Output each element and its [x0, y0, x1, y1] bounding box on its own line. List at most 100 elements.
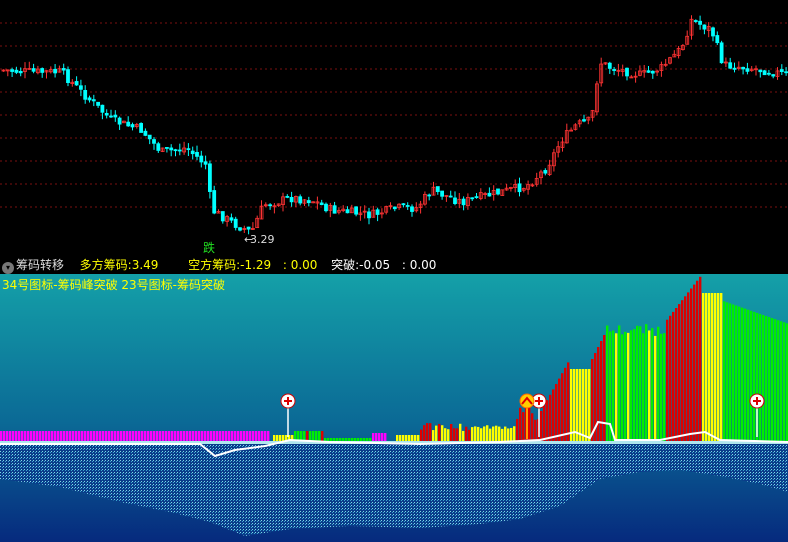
candle-body	[453, 197, 457, 204]
candle-body	[693, 20, 698, 22]
chip-bar	[750, 310, 753, 441]
candle-body	[440, 190, 445, 197]
chip-bar	[153, 431, 156, 441]
candle-body	[767, 72, 771, 75]
candle-body	[702, 24, 707, 30]
chip-bar	[462, 430, 465, 441]
chip-bar	[72, 431, 75, 441]
candle-body	[324, 203, 328, 212]
chip-bar	[336, 438, 339, 441]
chip-bar	[87, 431, 90, 441]
candle-body	[31, 68, 36, 72]
chip-bar	[459, 423, 462, 441]
chip-bar	[519, 407, 522, 441]
chip-bar	[501, 428, 504, 441]
candle-body	[410, 206, 414, 212]
chip-bar	[780, 321, 783, 441]
chip-bar	[324, 438, 327, 441]
chip-bar	[411, 435, 414, 441]
chip-bar	[132, 431, 135, 441]
chip-bar	[396, 435, 399, 441]
indicator-name[interactable]: 筹码转移	[16, 256, 64, 274]
chip-bar	[141, 431, 144, 441]
candle-body	[582, 119, 586, 122]
candle-body	[91, 99, 96, 102]
chip-bar	[375, 433, 378, 441]
chip-bar	[36, 431, 39, 441]
low-price-label: 3.29	[250, 233, 275, 246]
chip-bar	[78, 431, 81, 441]
chip-bar	[435, 425, 438, 441]
chip-bar	[261, 431, 264, 441]
candle-body	[130, 124, 135, 128]
chip-bar	[282, 435, 285, 441]
chip-bar	[372, 433, 375, 441]
chip-bar	[303, 431, 306, 441]
chip-bar	[633, 329, 636, 441]
chip-indicator-panel[interactable]: 34号图标-筹码峰突破 23号图标-筹码突破	[0, 274, 788, 542]
chip-bar	[453, 428, 456, 441]
chip-bar	[441, 425, 444, 441]
candle-body	[164, 147, 169, 149]
price-chart[interactable]: 3.29 ← 跌	[0, 0, 788, 256]
chip-bar	[585, 369, 588, 441]
chip-bar	[243, 431, 246, 441]
candle-body	[607, 62, 612, 69]
chip-bar	[696, 280, 699, 441]
chip-bar	[705, 293, 708, 441]
chip-bar	[273, 435, 276, 441]
chip-bar	[210, 431, 213, 441]
chip-bar	[615, 333, 618, 441]
chip-bar	[540, 411, 543, 441]
fall-signal-tag: 跌	[203, 240, 215, 255]
chip-bar	[249, 431, 252, 441]
chip-bar	[315, 431, 318, 441]
chip-bar	[63, 431, 66, 441]
chip-bar	[60, 431, 63, 441]
candle-body	[212, 190, 217, 214]
chip-bar	[639, 326, 642, 441]
chip-bar	[738, 306, 741, 441]
chip-bar	[219, 431, 222, 441]
chip-bar	[438, 423, 441, 441]
chip-bar	[774, 319, 777, 441]
chip-bar	[726, 302, 729, 441]
chip-bar	[222, 431, 225, 441]
candle-body	[238, 227, 242, 231]
chip-bar	[735, 305, 738, 441]
chip-bar	[33, 431, 36, 441]
candle-body	[646, 70, 651, 73]
collapse-icon[interactable]: ▾	[2, 262, 14, 274]
chip-bar	[588, 369, 591, 441]
chip-bar	[93, 431, 96, 441]
chip-bar	[651, 328, 654, 441]
breakout-label: 突破:	[331, 258, 360, 272]
chip-bar	[627, 332, 630, 441]
chip-bar	[489, 428, 492, 441]
candle-body	[771, 74, 776, 77]
chip-bar	[180, 431, 183, 441]
candle-body	[732, 67, 737, 70]
chip-bar	[99, 431, 102, 441]
chip-bar	[699, 276, 702, 441]
chip-bar	[693, 284, 696, 441]
chip-bar	[552, 389, 555, 441]
chip-bar	[357, 438, 360, 441]
candle-body	[53, 68, 57, 74]
chip-bar	[57, 431, 60, 441]
chip-bar	[318, 431, 321, 441]
chip-bar	[474, 426, 477, 441]
chip-bar	[333, 438, 336, 441]
chip-bar	[147, 431, 150, 441]
chip-bar	[327, 438, 330, 441]
chip-bar	[555, 384, 558, 441]
chip-bar	[408, 435, 411, 441]
chip-bar	[81, 431, 84, 441]
candle-body	[66, 69, 70, 83]
chip-bar	[321, 431, 324, 441]
chip-bar	[672, 311, 675, 441]
chip-bar	[405, 435, 408, 441]
candle-body	[612, 69, 616, 71]
chip-bar	[531, 413, 534, 441]
chip-bar	[549, 394, 552, 441]
